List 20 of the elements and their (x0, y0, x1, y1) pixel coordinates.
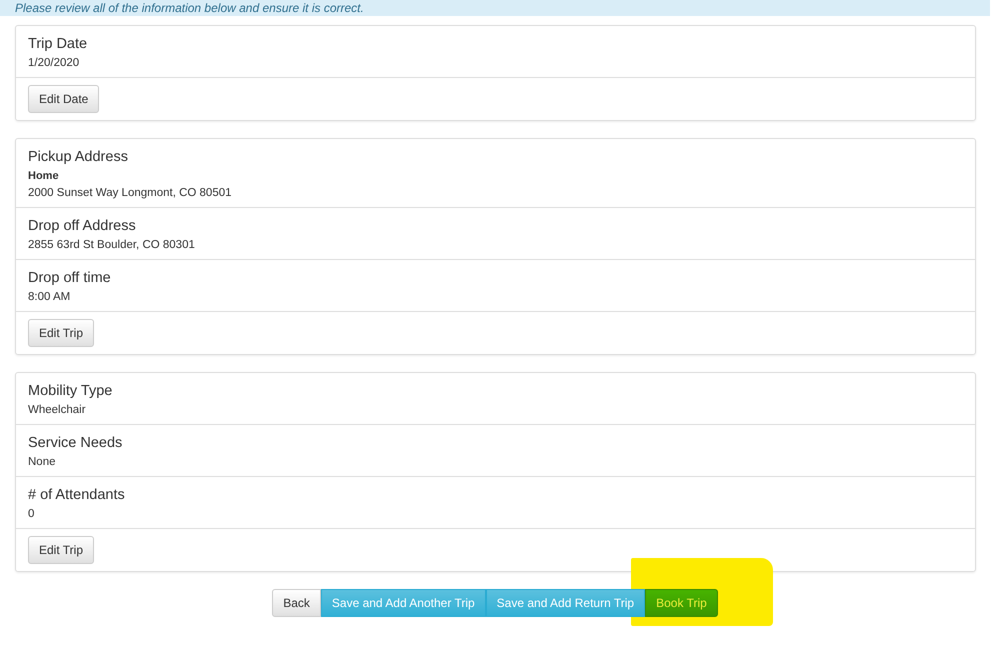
section-title: Trip Date (28, 36, 88, 53)
section-value: 1/20/2020 (28, 56, 80, 70)
section-title: Mobility Type (28, 383, 114, 400)
edit-button[interactable]: Edit Trip (28, 536, 94, 564)
section-title: Pickup Address (28, 149, 129, 166)
edit-button[interactable]: Edit Trip (28, 319, 94, 347)
section-value: 8:00 AM (28, 290, 72, 304)
section-subtitle: Home (28, 170, 60, 183)
edit-button[interactable]: Edit Date (28, 85, 100, 113)
action-button[interactable]: Back (272, 589, 321, 617)
notice-text: Please review all of the information below and ensure it is correct. (15, 1, 364, 15)
section-title: Drop off time (28, 270, 112, 287)
section-title: Service Needs (28, 435, 124, 452)
section-value: 2855 63rd St Boulder, CO 80301 (28, 238, 196, 252)
section-value: None (28, 455, 56, 469)
section-title: # of Attendants (28, 487, 126, 504)
section-value: Wheelchair (28, 403, 87, 417)
section-value: 0 (28, 507, 36, 521)
section-title: Drop off Address (28, 218, 137, 235)
section-value: 2000 Sunset Way Longmont, CO 80501 (28, 186, 233, 200)
